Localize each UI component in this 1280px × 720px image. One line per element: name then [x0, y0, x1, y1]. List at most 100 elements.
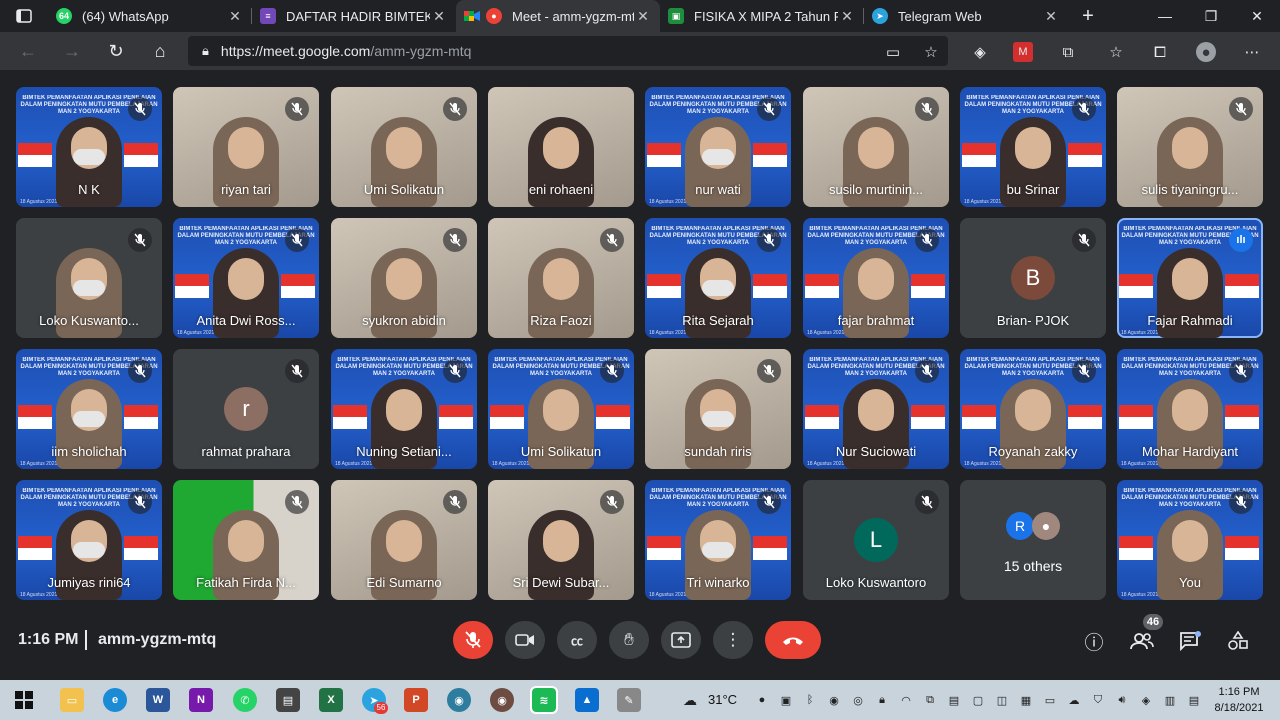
tray-app-icon-7[interactable]: ◈ — [1138, 692, 1154, 708]
nvidia-icon[interactable]: ▦ — [1018, 692, 1034, 708]
bluetooth-icon[interactable]: ᛒ — [802, 692, 818, 708]
participant-tile[interactable]: Edi Sumarno — [331, 480, 477, 600]
participant-tile[interactable]: BIMTEK PEMANFAATAN APLIKASI PENILAIAN DA… — [16, 349, 162, 469]
excel-icon[interactable]: X — [319, 688, 343, 712]
start-button[interactable] — [12, 688, 36, 712]
tray-app-icon-8[interactable]: ▥ — [1162, 692, 1178, 708]
volume-icon[interactable]: 🔊︎ — [1114, 692, 1130, 708]
participant-tile[interactable]: BIMTEK PEMANFAATAN APLIKASI PENILAIAN DA… — [331, 349, 477, 469]
participant-tile[interactable]: eni rohaeni — [488, 87, 634, 207]
captions-button[interactable]: ㏄ — [557, 621, 597, 659]
participant-tile[interactable]: BIMTEK PEMANFAATAN APLIKASI PENILAIAN DA… — [645, 87, 791, 207]
close-window-button[interactable]: ✕ — [1234, 0, 1280, 32]
network-icon[interactable]: ▤ — [1186, 692, 1202, 708]
participant-tile[interactable]: sundah riris — [645, 349, 791, 469]
participant-tile[interactable]: BIMTEK PEMANFAATAN APLIKASI PENILAIAN DA… — [960, 349, 1106, 469]
tray-app-icon-6[interactable]: ◫ — [994, 692, 1010, 708]
participant-tile[interactable]: BIMTEK PEMANFAATAN APLIKASI PENILAIAN DA… — [16, 480, 162, 600]
restore-button[interactable]: ❐ — [1188, 0, 1234, 32]
extensions-icon[interactable]: ⧉ — [1058, 42, 1078, 62]
tab-actions-menu[interactable] — [0, 0, 48, 32]
participant-tile[interactable]: BIMTEK PEMANFAATAN APLIKASI PENILAIAN DA… — [16, 87, 162, 207]
tray-spotify-icon[interactable]: ● — [754, 692, 770, 708]
address-bar[interactable]: 🔒︎ https://meet.google.com/amm-ygzm-mtq — [188, 36, 948, 66]
weather-icon[interactable]: ☁︎ — [682, 692, 698, 708]
photos-icon[interactable]: ▲ — [575, 688, 599, 712]
close-icon[interactable]: ✕ — [838, 8, 856, 25]
microphone-toggle-button[interactable] — [453, 621, 493, 659]
participant-tile[interactable]: BIMTEK PEMANFAATAN APLIKASI PENILAIAN DA… — [803, 218, 949, 338]
participant-tile[interactable]: BIMTEK PEMANFAATAN APLIKASI PENILAIAN DA… — [645, 480, 791, 600]
tray-app-icon-5[interactable]: ▢ — [970, 692, 986, 708]
present-now-button[interactable] — [661, 621, 701, 659]
close-icon[interactable]: ✕ — [430, 8, 448, 25]
tray-app-icon[interactable]: ◉ — [826, 692, 842, 708]
participant-tile[interactable]: B Brian- PJOK — [960, 218, 1106, 338]
participant-tile[interactable]: sulis tiyaningru... — [1117, 87, 1263, 207]
store-icon[interactable]: ▤ — [276, 688, 300, 712]
participant-tile[interactable]: Umi Solikatun — [331, 87, 477, 207]
spotify-icon[interactable]: ≋ — [530, 686, 558, 714]
whatsapp-app-icon[interactable]: ✆ — [233, 688, 257, 712]
participant-tile[interactable]: Riza Faozi — [488, 218, 634, 338]
profile-avatar-icon[interactable]: ● — [1196, 42, 1216, 62]
paint-icon[interactable]: ✎ — [617, 688, 641, 712]
minimize-button[interactable]: — — [1142, 0, 1188, 32]
close-icon[interactable]: ✕ — [226, 8, 244, 25]
participant-tile[interactable]: riyan tari — [173, 87, 319, 207]
raise-hand-button[interactable]: ✋︎ — [609, 621, 649, 659]
participant-tile[interactable]: susilo murtinin... — [803, 87, 949, 207]
tab-daftar-hadir[interactable]: ≡ DAFTAR HADIR BIMTEK ✕ — [252, 0, 456, 32]
participant-tile[interactable]: Loko Kuswanto... — [16, 218, 162, 338]
wifi-icon[interactable]: ◠ — [898, 692, 914, 708]
mendeley-extension-icon[interactable]: M — [1013, 42, 1033, 62]
new-tab-button[interactable]: + — [1068, 5, 1108, 28]
participant-tile[interactable]: Sri Dewi Subar... — [488, 480, 634, 600]
participant-tile[interactable]: BIMTEK PEMANFAATAN APLIKASI PENILAIAN DA… — [488, 349, 634, 469]
participant-tile[interactable]: Fatikah Firda N... — [173, 480, 319, 600]
file-explorer-icon[interactable]: ▭ — [60, 688, 84, 712]
powerpoint-icon[interactable]: P — [404, 688, 428, 712]
tab-telegram[interactable]: ➤ Telegram Web ✕ — [864, 0, 1068, 32]
add-favorite-icon[interactable]: ☆ — [921, 42, 941, 62]
close-icon[interactable]: ✕ — [634, 8, 652, 25]
tab-fisika[interactable]: ▣ FISIKA X MIPA 2 Tahun Pel ✕ — [660, 0, 864, 32]
activities-button[interactable] — [1225, 628, 1251, 654]
lock-tray-icon[interactable]: 🔒︎ — [874, 692, 890, 708]
close-icon[interactable]: ✕ — [1042, 8, 1060, 25]
extension-icon[interactable]: ◈ — [970, 42, 990, 62]
leave-call-button[interactable] — [765, 621, 821, 659]
forward-button[interactable]: → — [50, 32, 94, 70]
participant-tile[interactable]: R ● 15 others — [960, 480, 1106, 600]
app-icon[interactable]: ◉ — [447, 688, 471, 712]
participant-tile[interactable]: BIMTEK PEMANFAATAN APLIKASI PENILAIAN DA… — [1117, 480, 1263, 600]
more-options-icon[interactable]: ⋯ — [1242, 42, 1262, 62]
camera-in-use-icon[interactable]: ▭ — [883, 42, 903, 62]
participant-tile[interactable]: BIMTEK PEMANFAATAN APLIKASI PENILAIAN DA… — [960, 87, 1106, 207]
chat-button[interactable] — [1177, 628, 1203, 654]
favorites-icon[interactable]: ☆ — [1106, 42, 1126, 62]
tab-whatsapp[interactable]: 64 (64) WhatsApp ✕ — [48, 0, 252, 32]
back-button[interactable]: ← — [6, 32, 50, 70]
participant-tile[interactable]: BIMTEK PEMANFAATAN APLIKASI PENILAIAN DA… — [803, 349, 949, 469]
participant-tile[interactable]: BIMTEK PEMANFAATAN APLIKASI PENILAIAN DA… — [645, 218, 791, 338]
participant-tile[interactable]: BIMTEK PEMANFAATAN APLIKASI PENILAIAN DA… — [1117, 218, 1263, 338]
tray-app-icon-4[interactable]: ▤ — [946, 692, 962, 708]
participant-tile[interactable]: syukron abidin — [331, 218, 477, 338]
onedrive-icon[interactable]: ☁︎ — [1066, 692, 1082, 708]
edge-icon[interactable]: e — [103, 688, 127, 712]
more-options-button[interactable]: ⋮ — [713, 621, 753, 659]
collections-icon[interactable]: ⧠ — [1150, 42, 1170, 62]
meeting-details-button[interactable]: ⓘ — [1081, 628, 1107, 654]
participant-tile[interactable]: BIMTEK PEMANFAATAN APLIKASI PENILAIAN DA… — [1117, 349, 1263, 469]
home-button[interactable]: ⌂ — [138, 32, 182, 70]
tray-app-icon-2[interactable]: ◎ — [850, 692, 866, 708]
people-button[interactable] — [1129, 628, 1155, 654]
refresh-button[interactable]: ↻ — [94, 32, 138, 70]
onenote-icon[interactable]: N — [189, 688, 213, 712]
participant-tile[interactable]: L Loko Kuswantoro — [803, 480, 949, 600]
app-icon-2[interactable]: ◉ — [490, 688, 514, 712]
tab-meet[interactable]: ● Meet - amm-ygzm-mtq ✕ — [456, 0, 660, 32]
participant-tile[interactable]: r rahmat prahara — [173, 349, 319, 469]
participant-tile[interactable]: BIMTEK PEMANFAATAN APLIKASI PENILAIAN DA… — [173, 218, 319, 338]
